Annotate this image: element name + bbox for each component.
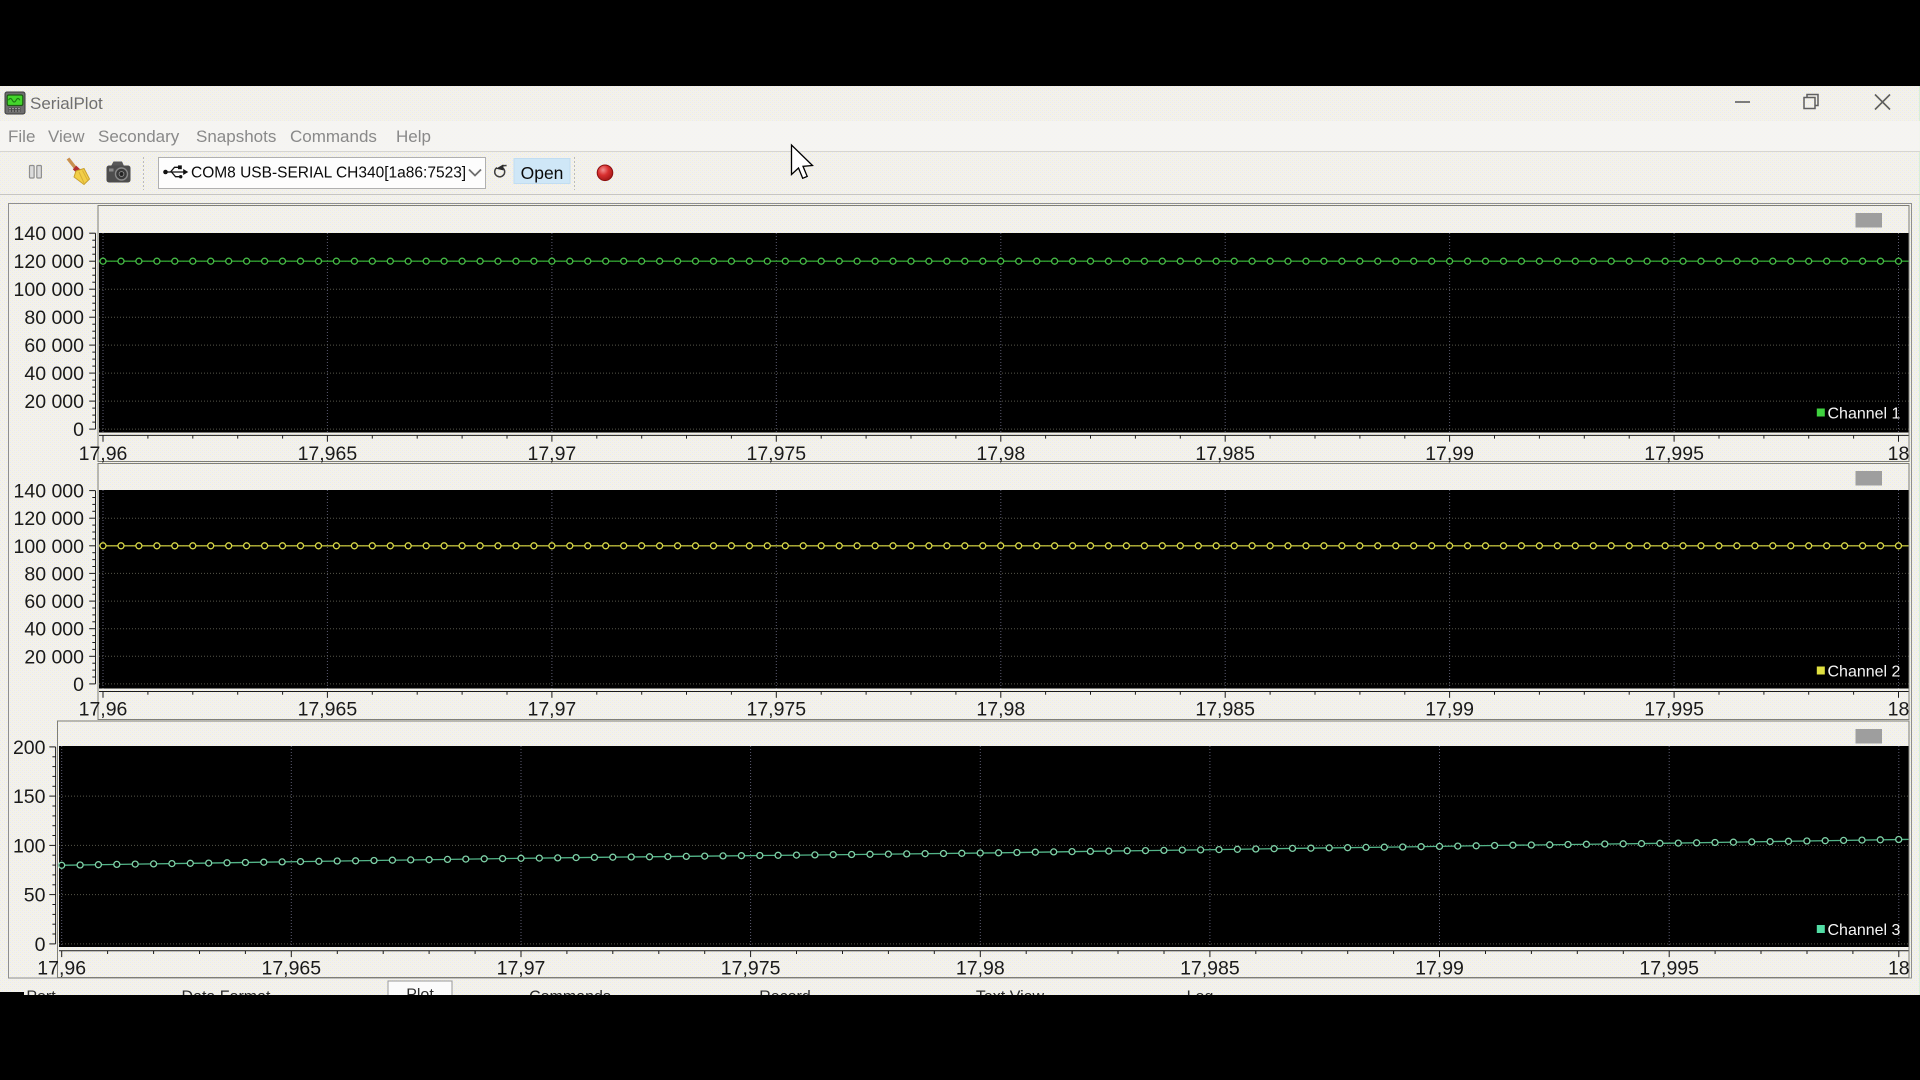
svg-text:17,995: 17,995 (1639, 957, 1699, 979)
svg-text:0: 0 (73, 674, 84, 696)
svg-text:17,97: 17,97 (527, 699, 576, 721)
svg-text:17,975: 17,975 (746, 699, 806, 721)
svg-text:Secondary: Secondary (98, 127, 180, 146)
svg-text:Channel 1: Channel 1 (1828, 406, 1901, 423)
svg-text:40 000: 40 000 (24, 363, 84, 385)
svg-text:17,965: 17,965 (298, 443, 358, 465)
svg-text:60 000: 60 000 (24, 335, 84, 357)
svg-text:COM8 USB-SERIAL CH340[1a86:752: COM8 USB-SERIAL CH340[1a86:7523] (191, 165, 466, 182)
svg-text:150: 150 (13, 786, 46, 808)
svg-text:17,96: 17,96 (37, 957, 86, 979)
svg-text:17,965: 17,965 (261, 957, 321, 979)
svg-text:17,99: 17,99 (1425, 699, 1474, 721)
svg-text:120 000: 120 000 (14, 508, 85, 530)
svg-text:17,985: 17,985 (1195, 699, 1255, 721)
svg-text:17,965: 17,965 (298, 699, 358, 721)
svg-text:17,96: 17,96 (79, 699, 128, 721)
svg-text:17,995: 17,995 (1644, 443, 1704, 465)
svg-text:18: 18 (1888, 699, 1910, 721)
svg-text:17,99: 17,99 (1415, 957, 1464, 979)
svg-text:File: File (8, 127, 35, 146)
svg-text:17,98: 17,98 (976, 443, 1025, 465)
svg-text:17,995: 17,995 (1644, 699, 1704, 721)
svg-text:17,985: 17,985 (1180, 957, 1240, 979)
svg-text:17,975: 17,975 (746, 443, 806, 465)
svg-text:80 000: 80 000 (24, 307, 84, 329)
svg-text:17,97: 17,97 (497, 957, 546, 979)
svg-text:20 000: 20 000 (24, 646, 84, 668)
svg-text:17,975: 17,975 (721, 957, 781, 979)
svg-text:View: View (48, 127, 85, 146)
svg-text:20 000: 20 000 (24, 391, 84, 413)
svg-text:60 000: 60 000 (24, 591, 84, 613)
svg-text:17,96: 17,96 (79, 443, 128, 465)
svg-text:17,98: 17,98 (956, 957, 1005, 979)
svg-text:50: 50 (24, 885, 46, 907)
svg-text:0: 0 (35, 934, 46, 956)
svg-text:18: 18 (1888, 443, 1910, 465)
svg-text:17,97: 17,97 (527, 443, 576, 465)
svg-text:Channel 2: Channel 2 (1828, 664, 1901, 681)
svg-text:100: 100 (13, 835, 46, 857)
svg-text:140 000: 140 000 (14, 223, 85, 245)
svg-text:Help: Help (396, 127, 431, 146)
svg-text:200: 200 (13, 737, 46, 759)
svg-text:100 000: 100 000 (14, 536, 85, 558)
svg-text:100 000: 100 000 (14, 279, 85, 301)
svg-text:40 000: 40 000 (24, 619, 84, 641)
svg-text:18: 18 (1888, 957, 1910, 979)
svg-text:80 000: 80 000 (24, 563, 84, 585)
svg-text:17,98: 17,98 (976, 699, 1025, 721)
svg-text:Open: Open (521, 163, 564, 183)
svg-text:120 000: 120 000 (14, 251, 85, 273)
svg-text:SerialPlot: SerialPlot (30, 94, 103, 113)
svg-text:Snapshots: Snapshots (196, 127, 276, 146)
svg-text:17,985: 17,985 (1195, 443, 1255, 465)
svg-text:140 000: 140 000 (14, 481, 85, 503)
svg-text:17,99: 17,99 (1425, 443, 1474, 465)
svg-text:0: 0 (73, 419, 84, 441)
svg-text:Channel 3: Channel 3 (1828, 922, 1901, 939)
svg-text:Commands: Commands (290, 127, 377, 146)
